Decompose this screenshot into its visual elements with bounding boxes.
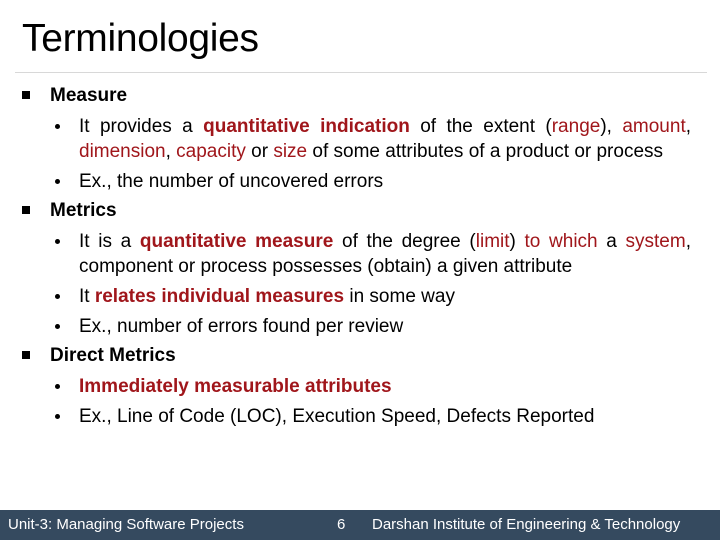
square-bullet-icon [22,351,30,359]
bullet-item: It is a quantitative measure of the degr… [55,226,691,281]
bullet-text: in some way [344,286,455,307]
round-bullet-icon [55,294,60,299]
bullet-text: of the degree ( [333,231,476,252]
bullet-item: It relates individual measures in some w… [55,281,691,311]
footer-bar: Unit-3: Managing Software Projects 6 Dar… [0,510,720,540]
footer-unit: Unit-3: Managing Software Projects [8,516,244,533]
section-heading: Direct Metrics [0,341,720,371]
highlighted-term: Immediately measurable attributes [79,376,392,397]
highlighted-term: quantitative measure [139,231,334,252]
round-bullet-icon [55,324,60,329]
highlighted-term: capacity [176,141,246,162]
highlighted-term: range [551,116,601,137]
bullet-text: , [685,116,691,137]
footer-page-number: 6 [337,516,346,533]
slide-content: Measure It provides a quantitative indica… [0,81,720,431]
slide-title: Terminologies [22,17,259,60]
bullet-item: Ex., the number of uncovered errors [55,166,691,196]
highlighted-term: quantitative indication [203,116,410,137]
round-bullet-icon [55,384,60,389]
highlighted-term: limit [475,231,510,252]
bullet-item: Ex., number of errors found per review [55,311,691,341]
bullet-text: a [597,231,626,252]
highlighted-term: system [625,231,686,252]
round-bullet-icon [55,179,60,184]
section-heading-text: Measure [50,85,128,106]
highlighted-term: size [273,141,308,162]
bullet-text: ) [509,231,525,252]
round-bullet-icon [55,414,60,419]
bullet-text: Ex., Line of Code (LOC), Execution Speed… [79,406,595,427]
bullet-text: It provides a [79,116,204,137]
bullet-item: It provides a quantitative indication of… [55,111,691,166]
bullet-item: Ex., Line of Code (LOC), Execution Speed… [55,401,691,431]
highlighted-term: relates individual measures [94,286,345,307]
footer-institute: Darshan Institute of Engineering & Techn… [372,516,681,533]
round-bullet-icon [55,239,60,244]
bullet-text: Ex., the number of uncovered errors [79,171,384,192]
bullet-text: , [165,141,177,162]
highlighted-term: to which [524,231,598,252]
bullet-item: Immediately measurable attributes [55,371,691,401]
bullet-text: of some attributes of a product or proce… [307,141,664,162]
round-bullet-icon [55,124,60,129]
highlighted-term: amount [622,116,686,137]
bullet-text: Ex., number of errors found per review [79,316,404,337]
bullet-text: It is a [79,231,140,252]
section-heading: Measure [0,81,720,111]
section-heading: Metrics [0,196,720,226]
bullet-text: ), [600,116,623,137]
square-bullet-icon [22,91,30,99]
section-heading-text: Direct Metrics [50,345,176,366]
bullet-text: of the extent ( [409,116,552,137]
title-divider [15,72,707,73]
bullet-text: It [79,286,95,307]
highlighted-term: dimension [79,141,166,162]
bullet-text: or [245,141,274,162]
section-heading-text: Metrics [50,200,117,221]
square-bullet-icon [22,206,30,214]
